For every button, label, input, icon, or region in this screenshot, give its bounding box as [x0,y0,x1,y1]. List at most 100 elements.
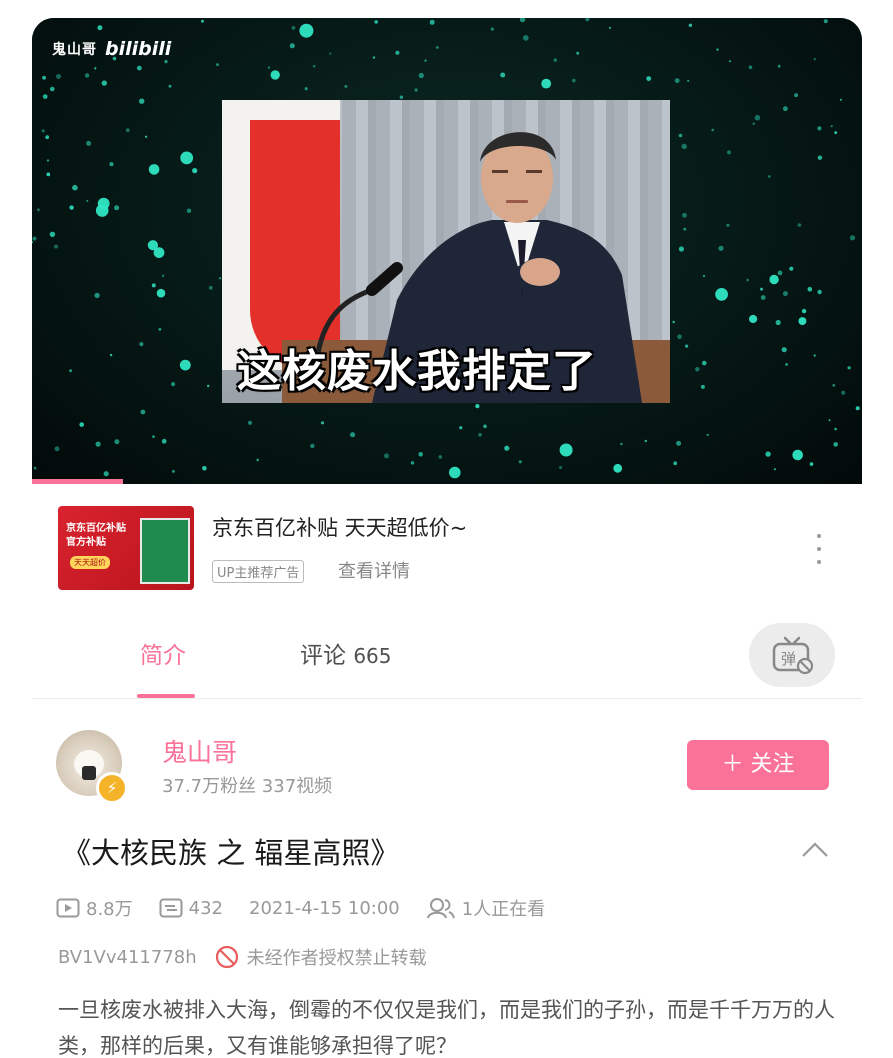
particle [706,433,709,436]
active-tab-indicator [137,694,195,698]
particle [449,466,461,479]
tab-comments[interactable]: 评论 665 [300,636,392,670]
particle [700,384,705,389]
particle [646,76,652,81]
particle [32,236,37,241]
particle [478,433,482,437]
particle [201,19,204,23]
particle [329,52,332,55]
particle [86,140,92,146]
particle [585,18,590,22]
ad-thumbnail[interactable]: 京东百亿补贴 官方补贴 天天超价 [58,506,194,590]
particle [139,98,145,104]
particle [644,439,647,443]
particle [746,278,749,282]
video-meta: 8.8万 432 2021-4-15 10:00 1人正在看 [56,894,545,922]
particle [42,94,48,99]
video-player[interactable]: 鬼山哥 bilibili 这核废水我排定了 [32,18,862,484]
particle [179,359,191,371]
particle [775,319,781,326]
particle [830,125,833,128]
particle [424,59,427,62]
particle [773,468,776,471]
particle [42,75,46,80]
particle [760,287,763,291]
particle [576,51,580,55]
particle [813,354,816,357]
particle [716,48,719,51]
particle [702,360,707,366]
particle [781,347,787,353]
particle [69,205,74,210]
particle [823,19,828,24]
particle [794,93,798,98]
particle [688,23,693,27]
particle [813,58,816,61]
particle [139,342,144,347]
particle [752,122,756,125]
particle [849,235,856,241]
particle [828,419,831,422]
particle [676,440,682,446]
particle [289,43,295,49]
particle [760,295,766,300]
particle [797,223,802,227]
particle [711,128,714,132]
particle [164,60,168,64]
svg-text:弹: 弹 [781,650,796,668]
particle [84,73,90,78]
particle [682,212,687,218]
watching-people-icon [426,898,455,919]
particle [541,78,552,89]
particle [158,328,162,331]
particle [94,67,97,70]
particle [674,78,680,83]
more-options-icon[interactable] [814,534,824,564]
particle [256,458,259,462]
danmaku-toggle-button[interactable]: 弹 [749,623,835,687]
particle [399,95,404,99]
particle [97,25,103,31]
watching-count: 1人正在看 [461,899,546,920]
particle [833,442,838,447]
particle [809,462,814,466]
particle [798,317,807,326]
tab-intro[interactable]: 简介 [140,636,186,670]
uploader-name[interactable]: 鬼山哥 [162,733,237,769]
bilibili-logo: bilibili [105,38,172,60]
particle [50,86,55,92]
particle [748,65,753,70]
bvid[interactable]: BV1Vv411778h [58,947,197,968]
tab-bar: 简介 评论 665 [32,612,862,699]
follow-button[interactable]: ＋ 关注 [687,740,829,790]
publish-date: 2021-4-15 10:00 [249,897,400,919]
chevron-up-icon[interactable] [800,840,830,860]
particle [109,162,114,167]
no-repost-icon [215,945,238,969]
particle [56,74,61,79]
particle [490,27,494,31]
danmaku-count-icon [159,898,183,918]
particle [418,72,424,79]
particle [559,443,573,457]
particle [103,471,109,477]
particle [847,366,851,370]
particle [321,421,324,425]
verified-lightning-icon: ⚡ [96,772,128,804]
video-page-card: 鬼山哥 bilibili 这核废水我排定了 京东百亿补贴 官方补贴 天天超价 京… [32,18,862,1058]
danmaku-count: 432 [188,897,223,919]
particle [54,446,60,452]
ad-title[interactable]: 京东百亿补贴 天天超低价~ [212,512,467,542]
particle [414,88,418,92]
particle [785,363,788,366]
particle [459,426,463,430]
tab-comments-label: 评论 [300,643,346,669]
particle [202,466,207,471]
particle [435,46,439,49]
particle [94,292,100,299]
ad-banner[interactable]: 京东百亿补贴 官方补贴 天天超价 京东百亿补贴 天天超低价~ UP主推荐广告 查… [32,484,862,613]
particle [754,114,761,121]
ad-details-link[interactable]: 查看详情 [338,557,410,583]
particle [678,246,685,252]
particle [685,344,689,348]
